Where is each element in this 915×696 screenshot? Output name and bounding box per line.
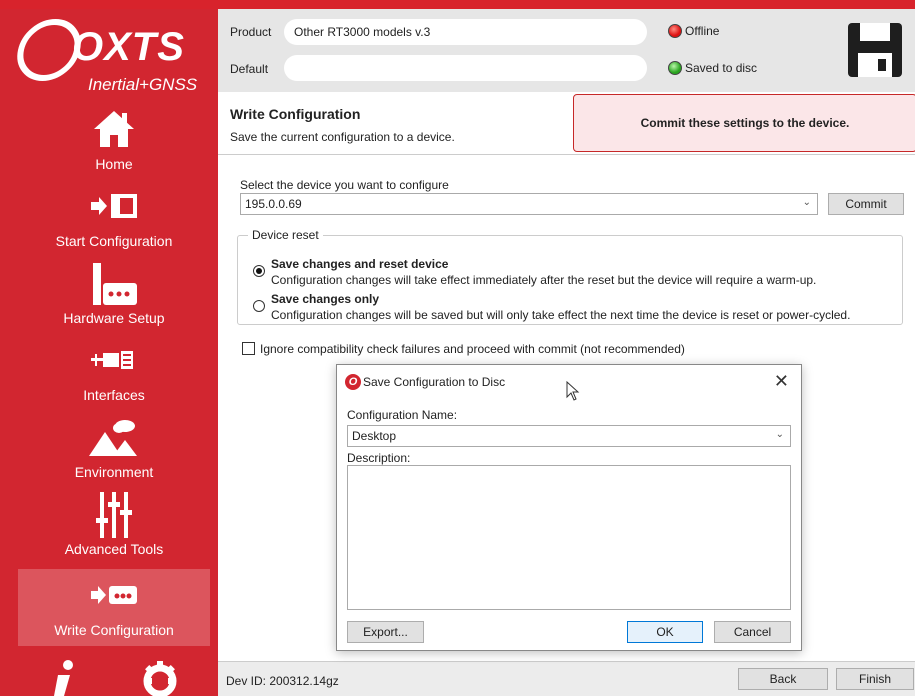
write-config-icon xyxy=(18,575,210,615)
config-name-value: Desktop xyxy=(352,429,397,443)
saved-status: Saved to disc xyxy=(668,61,757,75)
sidebar-item-label: Write Configuration xyxy=(54,622,174,638)
config-name-select[interactable]: Desktop ⌄ xyxy=(347,425,791,447)
footer-bar: Dev ID: 200312.14gz Back Finish xyxy=(218,661,915,696)
sliders-icon xyxy=(18,490,210,540)
save-config-dialog: O Save Configuration to Disc ✕ Configura… xyxy=(336,364,802,651)
option-save-only-desc: Configuration changes will be saved but … xyxy=(271,308,851,322)
sidebar-item-label: Interfaces xyxy=(83,387,145,403)
top-strip xyxy=(0,0,915,9)
chevron-down-icon: ⌄ xyxy=(802,197,811,208)
device-id: Dev ID: 200312.14gz xyxy=(226,674,339,688)
page-title: Write Configuration xyxy=(230,106,361,122)
green-status-dot-icon xyxy=(668,61,682,75)
sidebar: OXTS Inertial+GNSS Home Start Configurat… xyxy=(0,9,218,696)
saved-label: Saved to disc xyxy=(685,61,758,75)
device-select-value: 195.0.0.69 xyxy=(245,197,302,211)
logo-tagline: Inertial+GNSS xyxy=(88,75,198,94)
option-save-and-reset-desc: Configuration changes will take effect i… xyxy=(271,273,817,287)
sidebar-item-label: Home xyxy=(95,156,133,172)
start-config-icon xyxy=(18,186,210,226)
option-save-only-title: Save changes only xyxy=(271,292,380,306)
sidebar-item-label: Advanced Tools xyxy=(64,541,164,557)
ignore-compat-checkbox[interactable] xyxy=(242,342,255,355)
red-status-dot-icon xyxy=(668,24,682,38)
sidebar-item-interfaces[interactable]: Interfaces xyxy=(18,334,210,411)
sidebar-item-label: Hardware Setup xyxy=(63,310,165,326)
radio-save-only[interactable] xyxy=(253,300,265,312)
config-name-label: Configuration Name: xyxy=(347,408,458,422)
commit-button[interactable]: Commit xyxy=(828,193,904,215)
hardware-icon xyxy=(18,261,210,307)
radio-save-and-reset[interactable] xyxy=(253,265,265,277)
ok-button[interactable]: OK xyxy=(627,621,703,643)
option-save-and-reset-title: Save changes and reset device xyxy=(271,257,449,271)
description-textarea[interactable] xyxy=(347,465,791,610)
product-label: Product xyxy=(230,25,272,39)
dialog-title: Save Configuration to Disc xyxy=(363,375,506,389)
chevron-down-icon: ⌄ xyxy=(775,429,784,440)
sidebar-item-label: Start Configuration xyxy=(55,233,173,249)
home-icon xyxy=(18,109,210,149)
page-subtitle: Save the current configuration to a devi… xyxy=(230,130,455,144)
default-field[interactable] xyxy=(284,55,647,81)
floppy-disk-icon[interactable] xyxy=(848,23,902,77)
cancel-button[interactable]: Cancel xyxy=(714,621,791,643)
description-label: Description: xyxy=(347,451,411,465)
app-logo-icon: O xyxy=(345,374,361,390)
commit-callout: Commit these settings to the device. xyxy=(573,94,915,152)
close-icon[interactable]: ✕ xyxy=(774,371,789,392)
device-select-label: Select the device you want to configure xyxy=(240,178,449,192)
environment-icon xyxy=(18,417,210,457)
back-button[interactable]: Back xyxy=(738,668,828,690)
info-icon[interactable] xyxy=(50,657,80,696)
sidebar-bottom-icons xyxy=(50,657,210,696)
mouse-cursor-icon xyxy=(566,381,580,401)
logo-brand: OXTS xyxy=(72,25,185,69)
sidebar-item-home[interactable]: Home xyxy=(18,103,210,180)
device-reset-legend: Device reset xyxy=(248,228,323,242)
device-reset-group: Device reset Save changes and reset devi… xyxy=(237,228,903,325)
default-label: Default xyxy=(230,62,269,76)
device-select[interactable]: 195.0.0.69 ⌄ xyxy=(240,193,818,215)
page-header: Write Configuration Save the current con… xyxy=(218,92,915,155)
sidebar-item-environment[interactable]: Environment xyxy=(18,411,210,488)
interfaces-icon xyxy=(18,340,210,380)
gear-icon[interactable] xyxy=(140,657,180,696)
sidebar-item-label: Environment xyxy=(74,464,154,480)
sidebar-item-start-configuration[interactable]: Start Configuration xyxy=(18,180,210,257)
finish-button[interactable]: Finish xyxy=(836,668,914,690)
offline-status: Offline xyxy=(668,24,719,38)
offline-label: Offline xyxy=(685,24,720,38)
product-field[interactable]: Other RT3000 models v.3 xyxy=(284,19,647,45)
sidebar-item-advanced-tools[interactable]: Advanced Tools xyxy=(18,488,210,565)
top-bar: Product Other RT3000 models v.3 Default … xyxy=(218,9,915,92)
export-button[interactable]: Export... xyxy=(347,621,424,643)
sidebar-item-write-configuration[interactable]: Write Configuration xyxy=(18,569,210,646)
ignore-compat-label: Ignore compatibility check failures and … xyxy=(260,342,685,356)
oxts-logo: OXTS Inertial+GNSS xyxy=(11,17,214,97)
sidebar-item-hardware-setup[interactable]: Hardware Setup xyxy=(18,257,210,334)
